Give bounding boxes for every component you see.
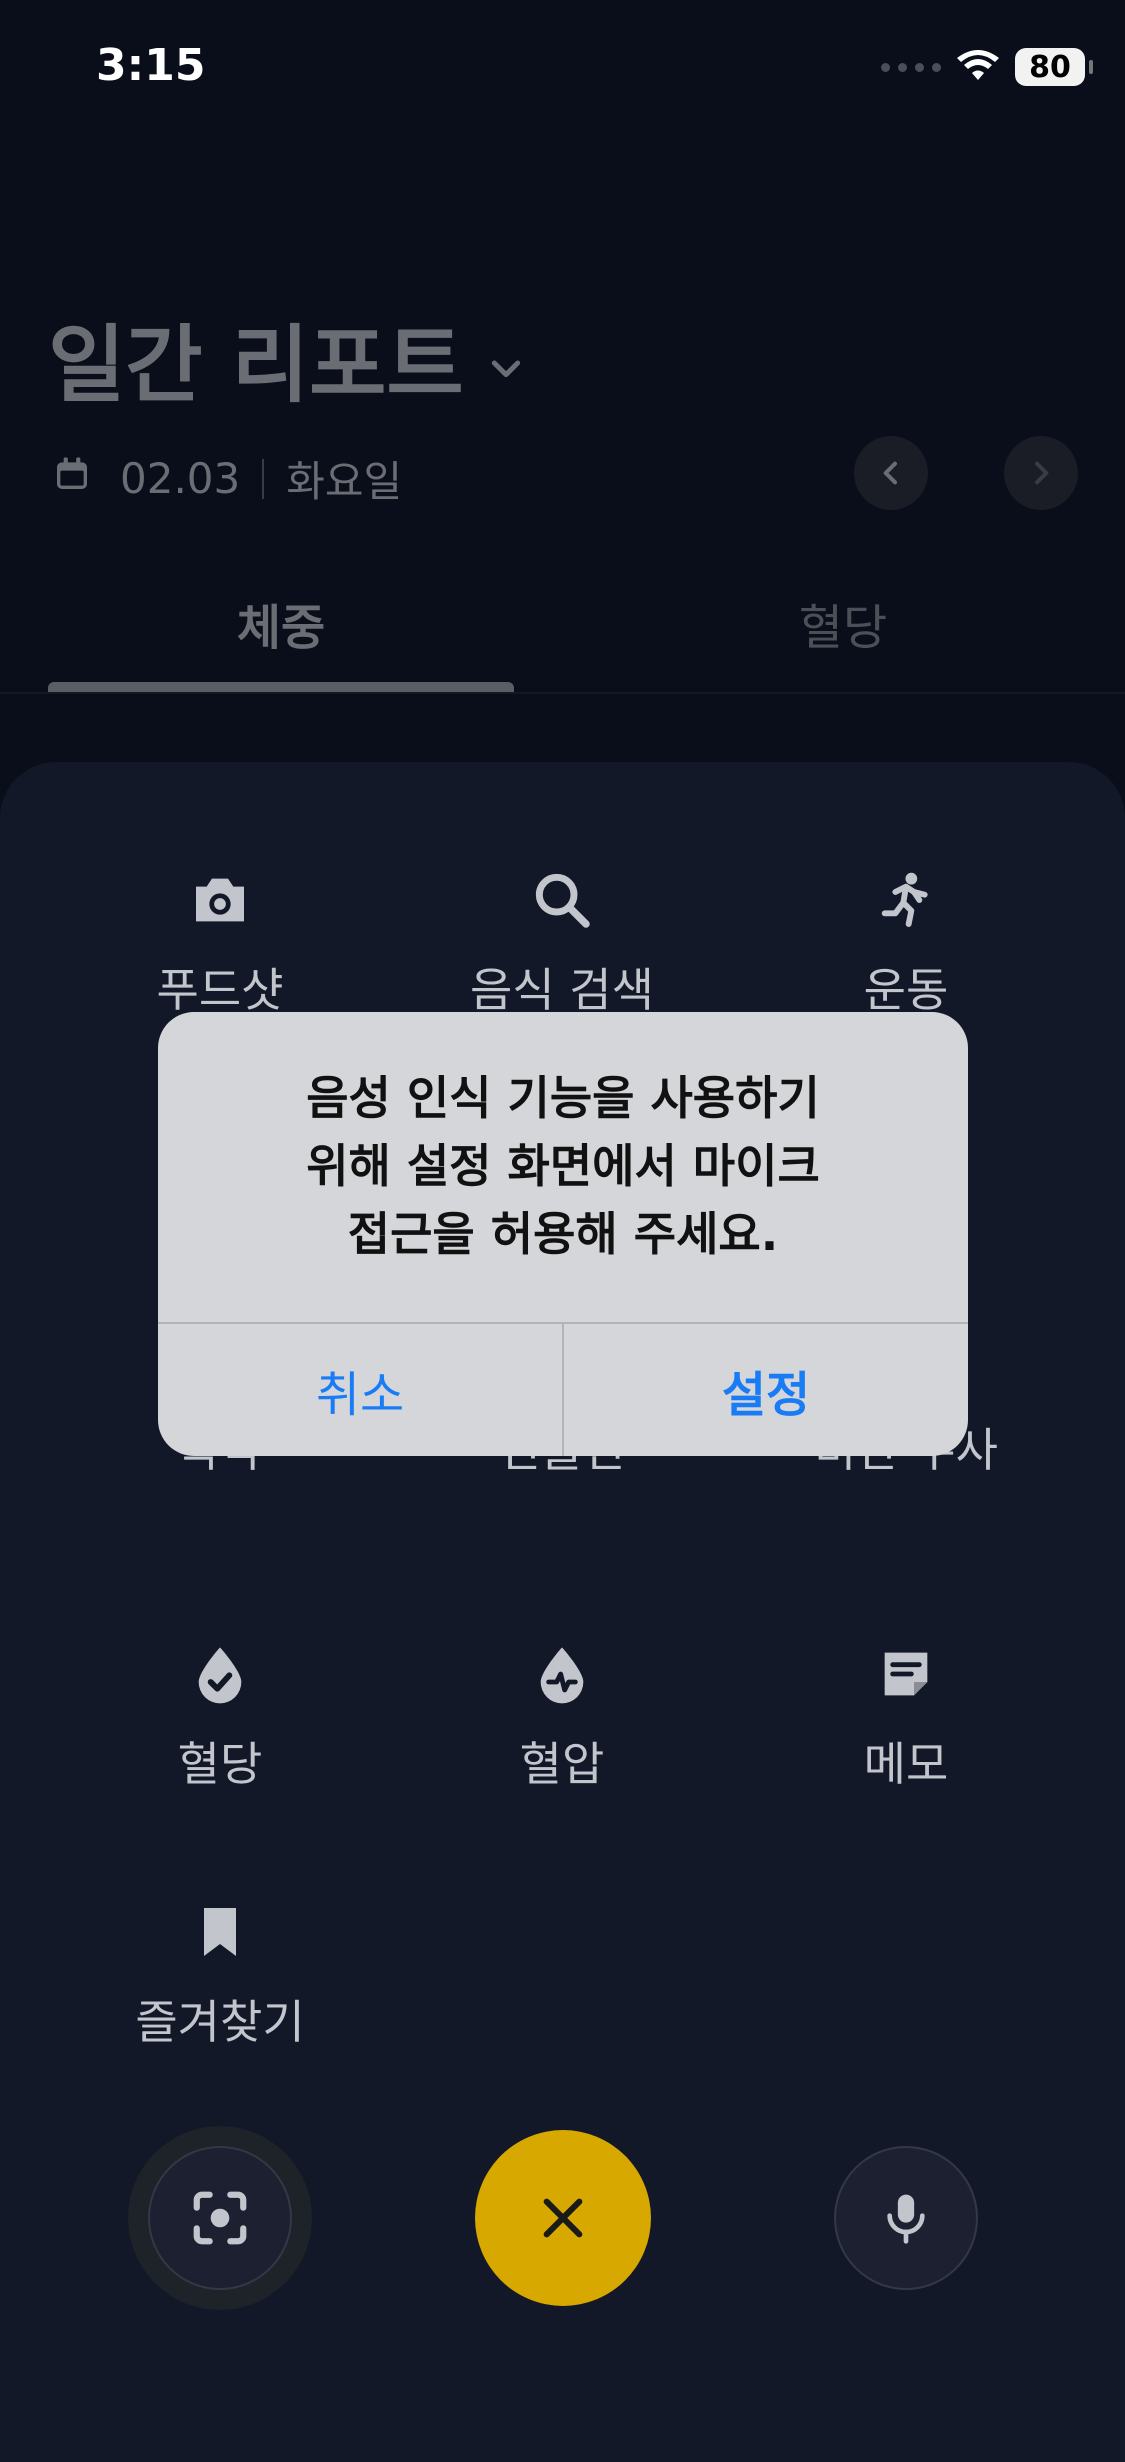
previous-day-button[interactable] <box>854 436 928 510</box>
menu-label: 메모 <box>863 1737 949 1791</box>
tab-blood-sugar[interactable]: 혈당 <box>643 588 1043 658</box>
alert-message: 음성 인식 기능을 사용하기 위해 설정 화면에서 마이크 접근을 허용해 주세… <box>198 1064 928 1268</box>
menu-label: 혈압 <box>519 1737 605 1791</box>
status-time: 3:15 <box>96 40 206 91</box>
page-title-dropdown[interactable]: 일간 리포트 <box>48 298 526 419</box>
wifi-icon <box>957 50 999 80</box>
cellular-signal-icon <box>881 62 941 72</box>
weekday-label: 화요일 <box>286 457 403 506</box>
cancel-button[interactable]: 취소 <box>158 1324 562 1456</box>
chevron-down-icon <box>486 310 526 408</box>
menu-favorites[interactable]: 즐겨찾기 <box>50 1894 390 2052</box>
date-divider <box>262 458 265 499</box>
menu-blood-sugar[interactable]: 혈당 <box>50 1636 390 1794</box>
alert-message-line: 음성 인식 기능을 사용하기 <box>306 1071 820 1125</box>
status-indicators: 80 <box>881 48 1093 86</box>
alert-message-line: 접근을 허용해 주세요. <box>347 1207 779 1261</box>
drop-pulse-icon <box>540 1647 584 1704</box>
menu-label: 혈당 <box>177 1737 263 1791</box>
close-button[interactable] <box>475 2130 651 2306</box>
chevron-left-icon <box>883 461 897 485</box>
search-icon <box>535 873 590 928</box>
calendar-icon <box>52 454 120 504</box>
menu-food-shot[interactable]: 푸드샷 <box>50 862 390 1020</box>
running-icon <box>881 872 928 927</box>
menu-label: 운동 <box>863 963 949 1017</box>
settings-button[interactable]: 설정 <box>564 1324 968 1456</box>
camera-icon <box>196 878 244 922</box>
date-selector[interactable]: 02.03 화요일 <box>52 448 402 509</box>
voice-input-button[interactable] <box>834 2146 978 2290</box>
alert-message-line: 위해 설정 화면에서 마이크 <box>306 1139 820 1193</box>
drop-check-icon <box>198 1647 242 1704</box>
date-label: 02.03 <box>120 454 241 503</box>
bookmark-icon <box>204 1908 236 1956</box>
chevron-right-icon <box>1035 461 1049 485</box>
menu-exercise[interactable]: 운동 <box>736 862 1076 1020</box>
menu-label: 푸드샷 <box>156 963 284 1017</box>
memo-icon <box>884 1652 928 1696</box>
scan-button[interactable] <box>128 2126 312 2310</box>
battery-indicator: 80 <box>1015 48 1093 86</box>
page-title: 일간 리포트 <box>48 316 464 414</box>
scan-icon <box>193 2191 247 2245</box>
menu-blood-pressure[interactable]: 혈압 <box>392 1636 732 1794</box>
microphone-permission-alert: 음성 인식 기능을 사용하기 위해 설정 화면에서 마이크 접근을 허용해 주세… <box>158 1012 968 1456</box>
next-day-button[interactable] <box>1004 436 1078 510</box>
menu-label: 음식 검색 <box>470 963 654 1017</box>
tab-weight[interactable]: 체중 <box>81 588 481 658</box>
menu-food-search[interactable]: 음식 검색 <box>392 862 732 1020</box>
microphone-icon <box>887 2194 925 2244</box>
tab-divider <box>0 692 1125 694</box>
menu-memo[interactable]: 메모 <box>736 1636 1076 1794</box>
close-icon <box>543 2198 583 2238</box>
menu-label: 즐겨찾기 <box>135 1995 305 2049</box>
